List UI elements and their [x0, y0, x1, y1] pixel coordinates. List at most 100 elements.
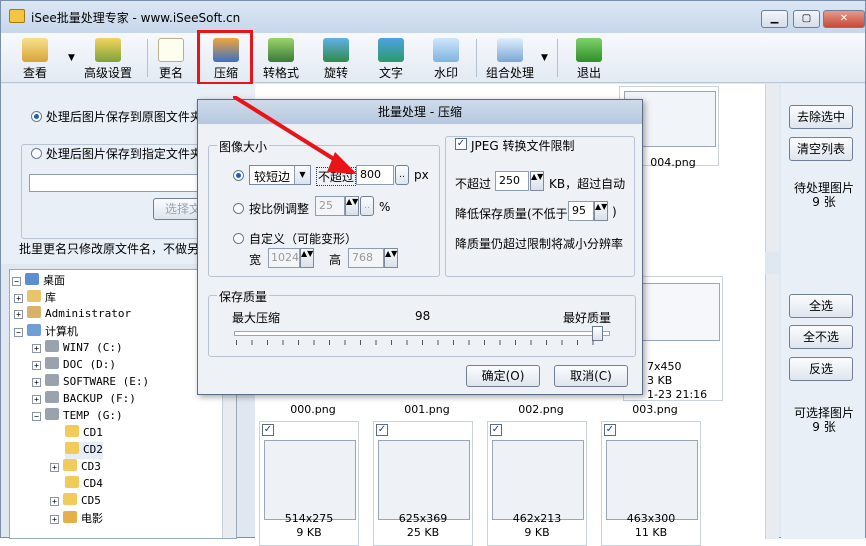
collapse-icon[interactable]: −	[14, 328, 23, 337]
remove-selected-button[interactable]: 去除选中	[789, 105, 853, 129]
tree-item-drive-g[interactable]: − TEMP (G:)	[32, 408, 123, 425]
tree-item-desktop[interactable]: − 桌面	[12, 272, 65, 289]
custom-radio[interactable]	[233, 233, 244, 244]
toolbar-text-button[interactable]: 文字	[376, 35, 406, 81]
right-panel: 去除选中 清空列表 待处理图片 9 张 全选 全不选 反选 可选择图片 9 张	[781, 84, 865, 539]
cancel-button[interactable]: 取消(C)	[554, 365, 628, 387]
jpeg-limit-checkbox[interactable]: ✓	[455, 138, 467, 150]
min-quality-value: 95	[572, 204, 586, 217]
toolbar-combine-button[interactable]: 组合处理	[483, 35, 537, 81]
quality-slider[interactable]	[234, 331, 610, 336]
select-none-button[interactable]: 全不选	[789, 325, 853, 349]
selectable-count: 9 张	[812, 420, 836, 434]
toolbar-exit-button[interactable]: 退出	[575, 35, 603, 81]
more-options-button[interactable]: ..	[395, 165, 409, 185]
quality-slider-thumb[interactable]	[591, 326, 603, 341]
collapse-icon[interactable]: −	[32, 412, 41, 421]
expand-icon[interactable]: +	[14, 294, 23, 303]
select-all-button[interactable]: 全选	[789, 294, 853, 318]
tree-item-cd4[interactable]: CD4	[65, 476, 103, 493]
tree-item-movies[interactable]: + 电影	[50, 510, 103, 527]
movie-folder-icon	[63, 511, 77, 523]
save-specified-radio[interactable]	[31, 148, 42, 159]
width-spinner[interactable]: ▲▼	[300, 248, 314, 268]
toolbar-rename-button[interactable]: 更名	[156, 35, 186, 81]
text-icon	[378, 38, 404, 62]
kb-spinner[interactable]: ▲▼	[530, 171, 544, 191]
toolbar-convert-format-button[interactable]: 转格式	[261, 35, 301, 81]
exit-icon	[576, 38, 602, 62]
tree-item-library[interactable]: + 库	[14, 289, 56, 306]
close-button[interactable]: ✕	[823, 10, 865, 28]
tree-item-drive-f[interactable]: + BACKUP (F:)	[32, 391, 136, 408]
expand-icon[interactable]: +	[32, 395, 41, 404]
drive-icon	[45, 408, 59, 420]
save-original-option[interactable]: 处理后图片保存到原图文件夹	[31, 108, 202, 125]
thumbnail-top-scrollbar[interactable]	[765, 84, 779, 252]
toolbar-separator	[147, 39, 148, 77]
drive-icon	[45, 340, 59, 352]
view-dropdown-arrow-icon[interactable]: ▼	[68, 53, 75, 63]
thumbnail-date: 1-23 21:16	[647, 388, 708, 401]
ok-button[interactable]: 确定(O)	[466, 365, 540, 387]
tree-item-drive-d[interactable]: + DOC (D:)	[32, 357, 116, 374]
expand-icon[interactable]: +	[32, 344, 41, 353]
min-quality-spinner[interactable]: ▲▼	[594, 201, 608, 221]
thumbnail-filesize: 11 KB	[634, 526, 668, 539]
tree-item-administrator[interactable]: + Administrator	[14, 306, 131, 323]
scale-input[interactable]: 25	[315, 196, 345, 216]
width-input[interactable]: 1024	[268, 248, 300, 268]
min-quality-input[interactable]: 95	[568, 201, 594, 221]
clear-list-button[interactable]: 清空列表	[789, 137, 853, 161]
thumbnail-dimensions: 463x300	[626, 512, 676, 525]
tree-item-drive-e[interactable]: + SOFTWARE (E:)	[32, 374, 149, 391]
tree-item-cd5[interactable]: + CD5	[50, 493, 101, 510]
maximize-button[interactable]: ▢	[793, 10, 820, 28]
pending-count: 9 张	[812, 195, 836, 209]
toolbar-view-button[interactable]: 查看	[17, 35, 53, 81]
thumbnail-checkbox[interactable]: ✓	[604, 424, 616, 436]
rotate-icon	[323, 38, 349, 62]
toolbar-advanced-settings-button[interactable]: 高级设置	[81, 35, 135, 81]
thumbnail-filesize: 25 KB	[406, 526, 440, 539]
scale-more-button[interactable]: ..	[360, 196, 374, 216]
height-spinner[interactable]: ▲▼	[384, 248, 398, 268]
thumbnail-checkbox[interactable]: ✓	[490, 424, 502, 436]
thumbnail-checkbox[interactable]: ✓	[376, 424, 388, 436]
thumbnail-bottom-scrollbar[interactable]	[765, 274, 779, 539]
invert-selection-button[interactable]: 反选	[789, 357, 853, 381]
tree-item-cd1[interactable]: CD1	[65, 425, 103, 442]
toolbar-watermark-button[interactable]: 水印	[431, 35, 461, 81]
expand-icon[interactable]: +	[50, 463, 59, 472]
scale-radio[interactable]	[233, 203, 244, 214]
library-icon	[27, 290, 41, 302]
expand-icon[interactable]: +	[32, 361, 41, 370]
tree-item-cd3[interactable]: + CD3	[50, 459, 101, 476]
tree-item-cd2[interactable]: CD2	[65, 442, 103, 459]
expand-icon[interactable]: +	[50, 497, 59, 506]
convert-format-icon	[268, 38, 294, 62]
toolbar: 查看 ▼ 高级设置 更名 压缩 转格式 旋转 文字 水印 组合处理 ▼ 退出	[1, 33, 865, 83]
expand-icon[interactable]: +	[32, 378, 41, 387]
watermark-icon	[433, 38, 459, 62]
scale-spinner[interactable]: ▲▼	[345, 196, 359, 216]
tree-item-computer[interactable]: − 计算机	[14, 323, 78, 340]
combine-dropdown-arrow-icon[interactable]: ▼	[541, 53, 548, 63]
save-original-radio[interactable]	[31, 111, 42, 122]
thumbnail-filesize: 3 KB	[647, 374, 673, 387]
kb-limit-value: 250	[499, 174, 520, 187]
thumbnail-dimensions: 7x450	[647, 360, 682, 373]
height-input[interactable]: 768	[348, 248, 384, 268]
save-specified-option[interactable]: 处理后图片保存到指定文件夹	[29, 145, 204, 162]
kb-limit-input[interactable]: 250	[495, 171, 529, 191]
expand-icon[interactable]: +	[50, 515, 59, 524]
thumbnail-checkbox[interactable]: ✓	[262, 424, 274, 436]
expand-icon[interactable]: +	[14, 310, 23, 319]
folder-icon	[63, 493, 77, 505]
toolbar-rotate-button[interactable]: 旋转	[321, 35, 351, 81]
tree-item-drive-c[interactable]: + WIN7 (C:)	[32, 340, 123, 357]
collapse-icon[interactable]: −	[12, 277, 21, 286]
jpeg-limit-label: JPEG 转换文件限制	[471, 139, 575, 153]
minimize-button[interactable]: ▁	[761, 10, 788, 28]
max-compress-label: 最大压缩	[232, 311, 281, 325]
